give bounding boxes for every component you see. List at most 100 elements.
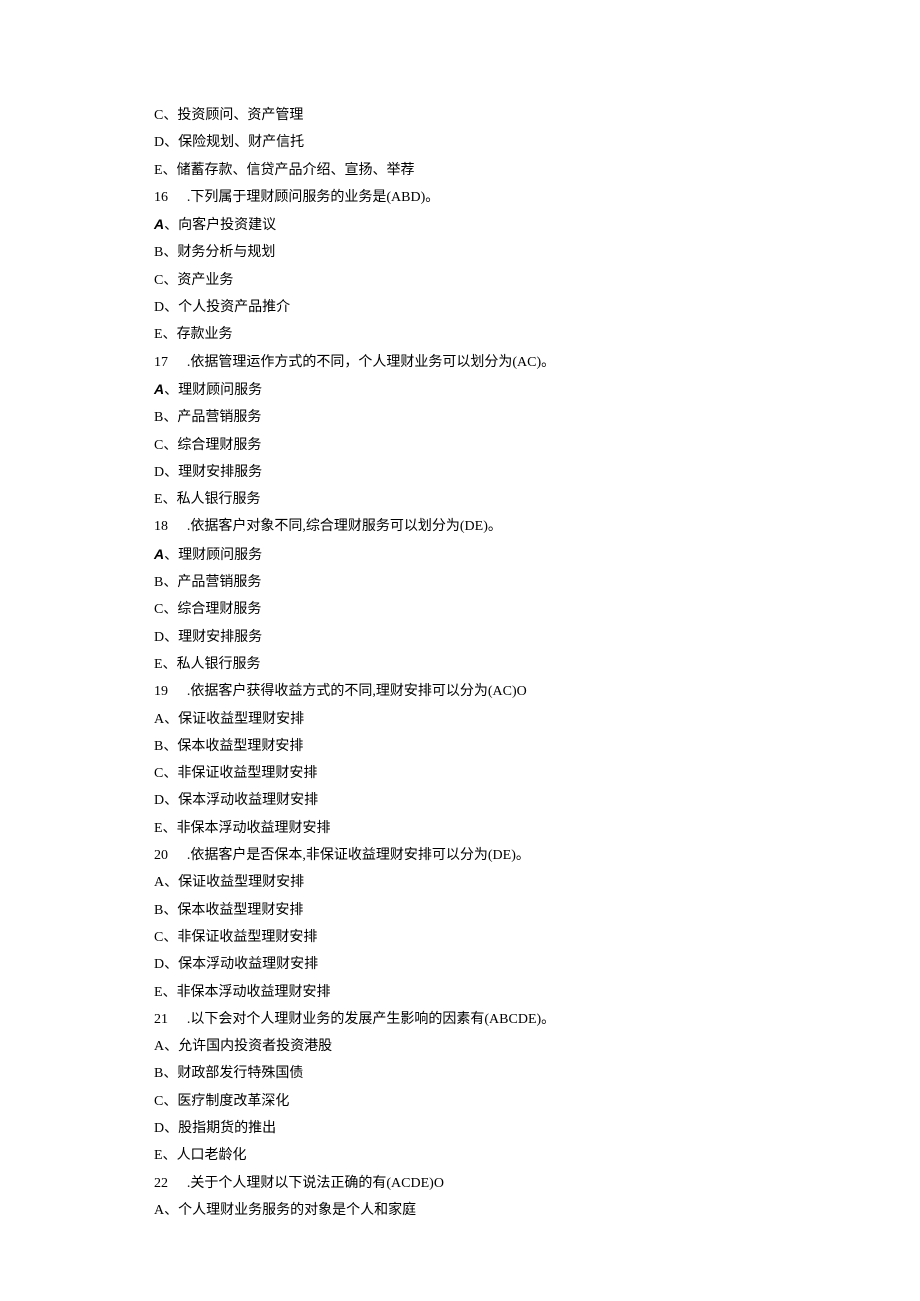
question-number: 19 <box>154 678 183 705</box>
option-label: E、 <box>154 657 177 672</box>
option-line: D、保本浮动收益理财安排 <box>154 787 920 814</box>
option-text: 、理财顾问服务 <box>164 548 262 563</box>
option-line: B、产品营销服务 <box>154 404 920 431</box>
option-label: C、 <box>154 273 177 288</box>
option-text: 股指期货的推出 <box>178 1121 276 1136</box>
option-line: A、个人理财业务服务的对象是个人和家庭 <box>154 1197 920 1224</box>
question-line: 16 .下列属于理财顾问服务的业务是(ABD)。 <box>154 184 920 211</box>
option-line: C、非保证收益型理财安排 <box>154 924 920 951</box>
option-label: A <box>154 216 164 232</box>
option-line: E、私人银行服务 <box>154 486 920 513</box>
option-text: 非保证收益型理财安排 <box>177 766 317 781</box>
option-label: D、 <box>154 1121 178 1136</box>
option-text: 保本收益型理财安排 <box>177 739 303 754</box>
option-text: 私人银行服务 <box>177 657 261 672</box>
option-label: A、 <box>154 1039 178 1054</box>
question-text: 依据客户获得收益方式的不同,理财安排可以分为(AC)O <box>190 684 526 699</box>
option-line: E、人口老龄化 <box>154 1142 920 1169</box>
option-text: 综合理财服务 <box>177 602 261 617</box>
option-label: E、 <box>154 327 177 342</box>
option-text: 允许国内投资者投资港股 <box>178 1039 332 1054</box>
option-line: A、理财顾问服务 <box>154 376 920 404</box>
option-line: C、综合理财服务 <box>154 596 920 623</box>
option-line: A、允许国内投资者投资港股 <box>154 1033 920 1060</box>
option-text: 理财安排服务 <box>178 465 262 480</box>
option-line: C、非保证收益型理财安排 <box>154 760 920 787</box>
option-line: C、资产业务 <box>154 267 920 294</box>
option-label: B、 <box>154 410 177 425</box>
question-text: 以下会对个人理财业务的发展产生影响的因素有(ABCDE)。 <box>190 1012 555 1027</box>
option-label: A、 <box>154 1203 178 1218</box>
option-line: D、股指期货的推出 <box>154 1115 920 1142</box>
option-label: A <box>154 546 164 562</box>
option-label: E、 <box>154 985 177 1000</box>
document-page: C、投资顾问、资产管理D、保险规划、财产信托E、储蓄存款、信贷产品介绍、宣扬、举… <box>0 0 920 1301</box>
option-label: D、 <box>154 465 178 480</box>
option-line: A、向客户投资建议 <box>154 211 920 239</box>
question-line: 21 .以下会对个人理财业务的发展产生影响的因素有(ABCDE)。 <box>154 1006 920 1033</box>
option-label: C、 <box>154 930 177 945</box>
option-line: E、私人银行服务 <box>154 651 920 678</box>
option-label: D、 <box>154 793 178 808</box>
option-label: D、 <box>154 300 178 315</box>
option-label: A <box>154 381 164 397</box>
question-text: 依据客户对象不同,综合理财服务可以划分为(DE)。 <box>190 519 502 534</box>
option-text: 资产业务 <box>177 273 233 288</box>
option-label: C、 <box>154 108 177 123</box>
option-text: 个人投资产品推介 <box>178 300 290 315</box>
option-label: C、 <box>154 766 177 781</box>
option-line: D、理财安排服务 <box>154 459 920 486</box>
option-text: 储蓄存款、信贷产品介绍、宣扬、举荐 <box>177 163 415 178</box>
option-line: C、医疗制度改革深化 <box>154 1088 920 1115</box>
option-label: D、 <box>154 135 178 150</box>
option-label: B、 <box>154 739 177 754</box>
option-text: 产品营销服务 <box>177 575 261 590</box>
option-label: B、 <box>154 903 177 918</box>
option-text: 保本浮动收益理财安排 <box>178 793 318 808</box>
option-text: 理财安排服务 <box>178 630 262 645</box>
option-line: D、理财安排服务 <box>154 624 920 651</box>
option-line: A、保证收益型理财安排 <box>154 706 920 733</box>
question-text: 依据管理运作方式的不同，个人理财业务可以划分为(AC)。 <box>190 355 555 370</box>
option-text: 人口老龄化 <box>177 1148 247 1163</box>
option-line: A、保证收益型理财安排 <box>154 869 920 896</box>
option-text: 保本收益型理财安排 <box>177 903 303 918</box>
option-label: C、 <box>154 1094 177 1109</box>
question-text: 下列属于理财顾问服务的业务是(ABD)。 <box>190 190 439 205</box>
option-text: 综合理财服务 <box>177 438 261 453</box>
question-number: 17 <box>154 349 183 376</box>
option-text: 私人银行服务 <box>177 492 261 507</box>
option-line: E、储蓄存款、信贷产品介绍、宣扬、举荐 <box>154 157 920 184</box>
question-text: 依据客户是否保本,非保证收益理财安排可以分为(DE)。 <box>190 848 530 863</box>
option-text: 产品营销服务 <box>177 410 261 425</box>
option-line: E、存款业务 <box>154 321 920 348</box>
option-text: 医疗制度改革深化 <box>177 1094 289 1109</box>
option-text: 非保本浮动收益理财安排 <box>177 985 331 1000</box>
question-text: 关于个人理财以下说法正确的有(ACDE)O <box>190 1176 444 1191</box>
option-text: 投资顾问、资产管理 <box>177 108 303 123</box>
option-label: A、 <box>154 875 178 890</box>
option-label: D、 <box>154 957 178 972</box>
option-label: B、 <box>154 575 177 590</box>
option-label: E、 <box>154 492 177 507</box>
question-number: 18 <box>154 513 183 540</box>
option-line: D、保本浮动收益理财安排 <box>154 951 920 978</box>
question-number: 22 <box>154 1170 183 1197</box>
option-text: 、理财顾问服务 <box>164 383 262 398</box>
question-number: 21 <box>154 1006 183 1033</box>
option-line: D、个人投资产品推介 <box>154 294 920 321</box>
question-line: 18 .依据客户对象不同,综合理财服务可以划分为(DE)。 <box>154 513 920 540</box>
option-text: 存款业务 <box>177 327 233 342</box>
option-line: C、投资顾问、资产管理 <box>154 102 920 129</box>
question-line: 19 .依据客户获得收益方式的不同,理财安排可以分为(AC)O <box>154 678 920 705</box>
question-line: 20 .依据客户是否保本,非保证收益理财安排可以分为(DE)。 <box>154 842 920 869</box>
option-line: A、理财顾问服务 <box>154 541 920 569</box>
option-text: 个人理财业务服务的对象是个人和家庭 <box>178 1203 416 1218</box>
option-text: 非保证收益型理财安排 <box>177 930 317 945</box>
option-label: C、 <box>154 438 177 453</box>
option-label: B、 <box>154 1066 177 1081</box>
option-text: 财务分析与规划 <box>177 245 275 260</box>
question-number: 16 <box>154 184 183 211</box>
option-line: E、非保本浮动收益理财安排 <box>154 815 920 842</box>
option-label: D、 <box>154 630 178 645</box>
